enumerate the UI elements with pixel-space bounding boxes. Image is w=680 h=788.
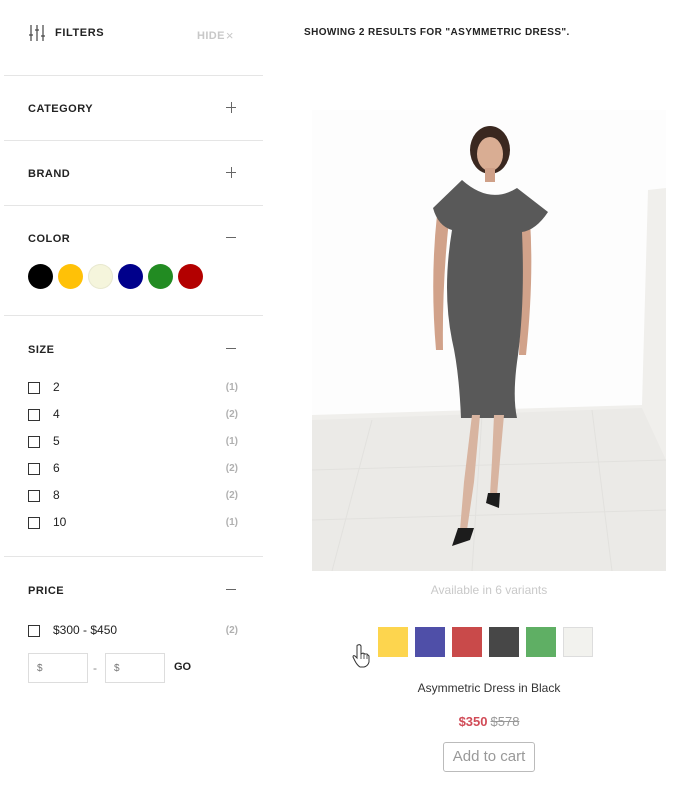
product-name[interactable]: Asymmetric Dress in Black <box>312 681 666 695</box>
size-section: SIZE 2 (1) 4 (2) 5 (1) 6 (2) 8 (2) 10 (1) <box>4 316 263 557</box>
variant-thumbnail[interactable] <box>415 627 445 657</box>
hide-filters-label: HIDE <box>197 30 225 42</box>
variant-thumbnail[interactable] <box>378 627 408 657</box>
size-option-5[interactable]: 5 (1) <box>28 434 238 461</box>
product-price: $350 $578 <box>312 714 666 729</box>
color-section: COLOR <box>4 206 263 316</box>
color-swatch[interactable] <box>178 264 203 289</box>
size-list: 2 (1) 4 (2) 5 (1) 6 (2) 8 (2) 10 (1) <box>28 380 238 542</box>
size-option-2[interactable]: 2 (1) <box>28 380 238 407</box>
sliders-icon <box>29 25 45 41</box>
size-option-4[interactable]: 4 (2) <box>28 407 238 434</box>
add-to-cart-button[interactable]: Add to cart <box>443 742 535 772</box>
color-swatch[interactable] <box>28 264 53 289</box>
original-price: $578 <box>490 714 520 729</box>
category-section: CATEGORY <box>4 76 263 141</box>
size-count: (2) <box>225 490 238 501</box>
size-label: 6 <box>53 461 60 475</box>
size-title: SIZE <box>28 344 55 356</box>
results-summary: SHOWING 2 RESULTS FOR "ASYMMETRIC DRESS"… <box>304 27 570 38</box>
size-option-6[interactable]: 6 (2) <box>28 461 238 488</box>
price-range-option[interactable]: $300 - $450 (2) <box>28 623 238 650</box>
size-count: (1) <box>225 517 238 528</box>
brand-section: BRAND <box>4 141 263 206</box>
brand-expand-icon[interactable] <box>224 166 238 180</box>
color-swatch[interactable] <box>118 264 143 289</box>
color-swatch[interactable] <box>148 264 173 289</box>
size-checkbox[interactable] <box>28 409 40 421</box>
size-count: (2) <box>225 463 238 474</box>
hand-cursor-icon <box>352 644 370 668</box>
size-count: (2) <box>225 409 238 420</box>
price-range-checkbox[interactable] <box>28 625 40 637</box>
size-label: 4 <box>53 407 60 421</box>
variants-text: Available in 6 variants <box>430 583 548 597</box>
model-photo <box>312 110 666 571</box>
variant-thumbnail[interactable] <box>452 627 482 657</box>
size-label: 2 <box>53 380 60 394</box>
size-option-8[interactable]: 8 (2) <box>28 488 238 515</box>
close-icon: × <box>225 28 234 43</box>
size-checkbox[interactable] <box>28 517 40 529</box>
size-label: 5 <box>53 434 60 448</box>
color-swatch[interactable] <box>88 264 113 289</box>
variant-thumbnail[interactable] <box>489 627 519 657</box>
price-range-label: $300 - $450 <box>53 623 118 637</box>
brand-title: BRAND <box>28 168 71 180</box>
size-option-10[interactable]: 10 (1) <box>28 515 238 542</box>
category-expand-icon[interactable] <box>224 101 238 115</box>
max-price-input[interactable] <box>105 653 165 683</box>
size-checkbox[interactable] <box>28 436 40 448</box>
filters-header: FILTERS HIDE× <box>4 0 263 76</box>
price-collapse-icon[interactable] <box>224 583 238 597</box>
size-checkbox[interactable] <box>28 463 40 475</box>
size-collapse-icon[interactable] <box>224 342 238 356</box>
variant-thumbnails <box>378 627 593 657</box>
color-collapse-icon[interactable] <box>224 231 238 245</box>
variant-thumbnail[interactable] <box>563 627 593 657</box>
price-section: PRICE $300 - $450 (2) - GO <box>4 557 263 707</box>
size-count: (1) <box>225 382 238 393</box>
min-price-input[interactable] <box>28 653 88 683</box>
size-checkbox[interactable] <box>28 382 40 394</box>
category-title: CATEGORY <box>28 103 94 115</box>
hide-filters-button[interactable]: HIDE× <box>197 27 234 43</box>
size-checkbox[interactable] <box>28 490 40 502</box>
size-label: 8 <box>53 488 60 502</box>
go-button[interactable]: GO <box>174 661 191 673</box>
price-title: PRICE <box>28 585 65 597</box>
product-image[interactable] <box>312 110 666 571</box>
size-count: (1) <box>225 436 238 447</box>
variant-thumbnail[interactable] <box>526 627 556 657</box>
color-title: COLOR <box>28 233 71 245</box>
color-swatch[interactable] <box>58 264 83 289</box>
filters-sidebar: FILTERS HIDE× CATEGORY BRAND COLOR SIZE … <box>4 0 263 788</box>
price-separator: - <box>93 661 97 675</box>
filters-title: FILTERS <box>55 27 105 39</box>
sale-price: $350 <box>458 714 488 729</box>
color-swatches <box>28 264 203 289</box>
price-range-count: (2) <box>225 625 238 636</box>
size-label: 10 <box>53 515 67 529</box>
